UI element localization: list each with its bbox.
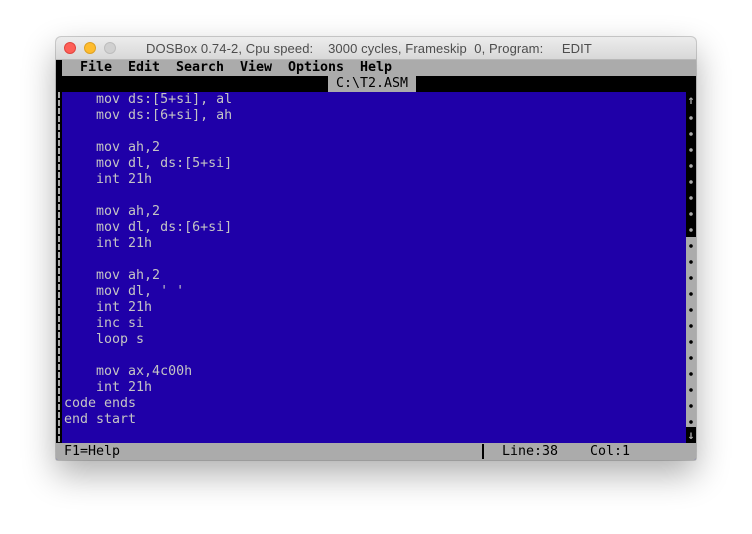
menu-edit[interactable]: Edit: [128, 60, 160, 76]
menu-options[interactable]: Options: [288, 60, 344, 76]
code-line: mov ah,2: [64, 204, 161, 219]
code-line: mov dl, ds:[6+si]: [64, 220, 233, 235]
status-bar: F1=Help Line:38 Col:1: [56, 443, 696, 460]
code-line: mov dl, ' ': [64, 284, 185, 299]
code-line: end start: [64, 412, 137, 427]
status-divider: [482, 444, 484, 459]
code-line: mov ah,2: [64, 140, 161, 155]
menu-file[interactable]: File: [80, 60, 112, 76]
code-line: mov ah,2: [64, 268, 161, 283]
editor-text-area[interactable]: mov ds:[5+si], al mov ds:[6+si], ah mov …: [62, 92, 686, 443]
code-line: int 21h: [64, 300, 153, 315]
column-indicator: Col:1: [590, 444, 631, 459]
code-line: mov ds:[6+si], ah: [64, 108, 233, 123]
code-line: loop s: [64, 332, 145, 347]
scrollbar-track-thumb-dots: [689, 110, 693, 237]
minimize-button[interactable]: [84, 42, 96, 54]
dosbox-window: DOSBox 0.74-2, Cpu speed: 3000 cycles, F…: [56, 37, 696, 460]
vertical-scrollbar[interactable]: ↑ ↓: [686, 92, 696, 443]
code-line: inc si: [64, 316, 145, 331]
frame-left-dashes: [56, 76, 328, 92]
title-bar[interactable]: DOSBox 0.74-2, Cpu speed: 3000 cycles, F…: [56, 37, 696, 60]
file-name-tab: C:\T2.ASM: [328, 76, 417, 92]
code-line: int 21h: [64, 172, 153, 187]
dos-screen: File Edit Search View Options Help C:\T2…: [56, 60, 696, 460]
code-line: mov ds:[5+si], al: [64, 92, 233, 107]
scroll-down-arrow-icon[interactable]: ↓: [686, 427, 696, 443]
code-line: code ends: [64, 396, 137, 411]
frame-right-dashes: [416, 76, 696, 92]
window-title: DOSBox 0.74-2, Cpu speed: 3000 cycles, F…: [146, 41, 592, 56]
menu-help[interactable]: Help: [360, 60, 392, 76]
scroll-up-arrow-icon[interactable]: ↑: [686, 92, 696, 108]
close-button[interactable]: [64, 42, 76, 54]
zoom-button[interactable]: [104, 42, 116, 54]
line-indicator: Line:38: [502, 444, 559, 459]
menu-view[interactable]: View: [240, 60, 272, 76]
code-line: mov ax,4c00h: [64, 364, 193, 379]
menu-bar: File Edit Search View Options Help: [56, 60, 696, 76]
code-line: int 21h: [64, 380, 153, 395]
help-hint[interactable]: F1=Help: [64, 443, 120, 460]
code-line: mov dl, ds:[5+si]: [64, 156, 233, 171]
menu-search[interactable]: Search: [176, 60, 224, 76]
code-line: int 21h: [64, 236, 153, 251]
